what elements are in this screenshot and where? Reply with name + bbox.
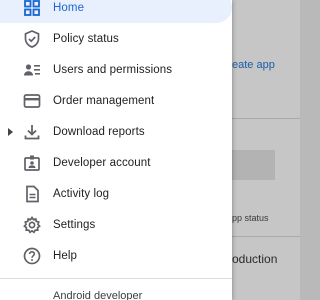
credit-card-icon bbox=[22, 91, 42, 111]
background-divider bbox=[232, 118, 300, 119]
nav-item-order-management[interactable]: Order management bbox=[0, 85, 232, 116]
nav-label: Home bbox=[53, 1, 85, 14]
nav-label: Users and permissions bbox=[53, 63, 173, 76]
nav-item-download-reports[interactable]: Download reports bbox=[0, 116, 232, 147]
dashboard-icon bbox=[22, 0, 42, 18]
gear-icon bbox=[22, 215, 42, 235]
nav-item-help[interactable]: Help bbox=[0, 240, 232, 271]
nav-item-settings[interactable]: Settings bbox=[0, 209, 232, 240]
nav-label: Activity log bbox=[53, 187, 110, 200]
background-divider bbox=[232, 236, 300, 237]
android-developer-footer[interactable]: Android developer bbox=[53, 290, 142, 300]
download-icon bbox=[22, 122, 42, 142]
expand-caret-icon[interactable] bbox=[8, 127, 13, 136]
nav-label: Order management bbox=[53, 94, 155, 107]
drawer-divider bbox=[0, 278, 232, 279]
document-icon bbox=[22, 184, 42, 204]
users-list-icon bbox=[22, 60, 42, 80]
shield-icon bbox=[22, 29, 42, 49]
background-filter-box bbox=[232, 150, 275, 180]
nav-item-home[interactable]: Home bbox=[0, 0, 232, 23]
nav-item-policy-status[interactable]: Policy status bbox=[0, 23, 232, 54]
help-icon bbox=[22, 246, 42, 266]
nav-label: Policy status bbox=[53, 32, 119, 45]
navigation-drawer: Home Policy status Users and permissions… bbox=[0, 0, 232, 300]
nav-label: Developer account bbox=[53, 156, 151, 169]
app-status-header: pp status bbox=[232, 213, 269, 223]
create-app-link[interactable]: eate app bbox=[232, 59, 275, 71]
nav-item-developer-account[interactable]: Developer account bbox=[0, 147, 232, 178]
nav-label: Help bbox=[53, 249, 78, 262]
nav-label: Download reports bbox=[53, 125, 145, 138]
badge-icon bbox=[22, 153, 42, 173]
production-status: roduction bbox=[228, 252, 278, 266]
nav-item-activity-log[interactable]: Activity log bbox=[0, 178, 232, 209]
nav-item-users-permissions[interactable]: Users and permissions bbox=[0, 54, 232, 85]
nav-label: Settings bbox=[53, 218, 96, 231]
